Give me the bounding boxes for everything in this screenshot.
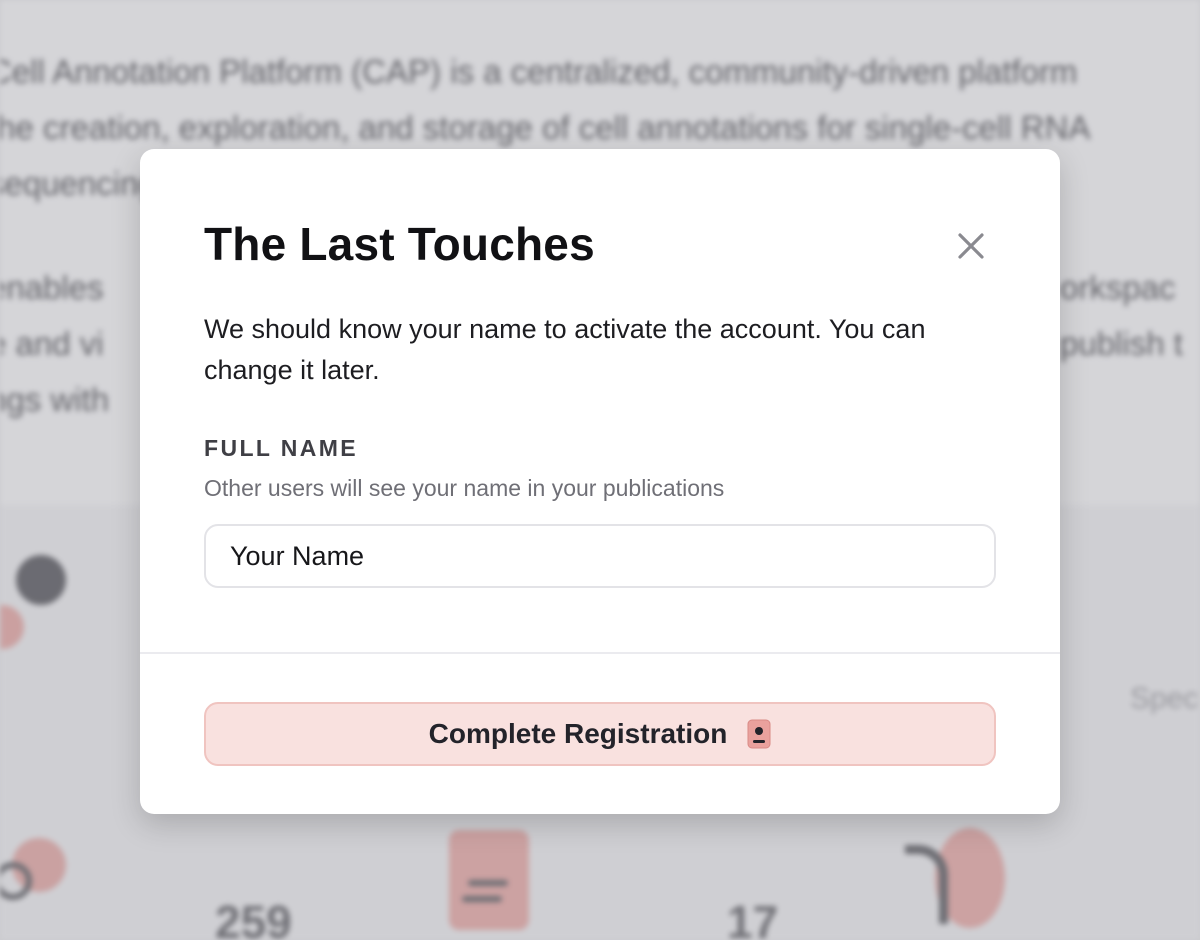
close-icon [958,233,984,259]
full-name-label: FULL NAME [204,435,359,461]
complete-registration-button[interactable]: Complete Registration [204,702,996,766]
close-button[interactable] [952,227,990,265]
modal-title: The Last Touches [204,218,595,270]
id-badge-icon [747,719,771,749]
modal-divider [140,652,1060,654]
full-name-hint: Other users will see your name in your p… [204,475,725,501]
registration-modal: The Last Touches We should know your nam… [140,149,1060,814]
complete-registration-label: Complete Registration [428,718,728,749]
full-name-input[interactable] [204,524,996,588]
modal-description: We should know your name to activate the… [204,314,926,385]
